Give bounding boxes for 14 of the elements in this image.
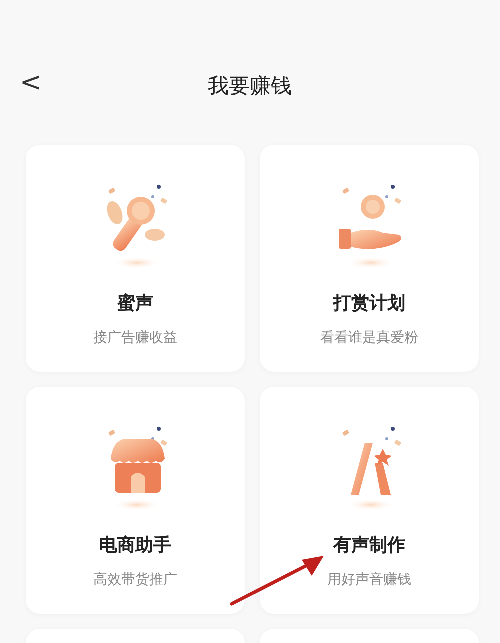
card-title: 电商助手 (100, 534, 172, 557)
feature-card[interactable]: 电商助手 高效带货推广 (26, 387, 245, 614)
feature-card[interactable]: 有声制作 用好声音赚钱 (260, 387, 479, 614)
feature-card[interactable]: 蜜声 接广告赚收益 (26, 145, 245, 372)
card-subtitle: 用好声音赚钱 (328, 571, 412, 589)
card-subtitle: 看看谁是真爱粉 (320, 329, 418, 347)
card-title: 有声制作 (334, 534, 406, 557)
card-title: 蜜声 (118, 292, 154, 315)
card-title: 打赏计划 (334, 292, 406, 315)
feature-card[interactable]: 打赏计划 看看谁是真爱粉 (260, 145, 479, 372)
card-subtitle: 高效带货推广 (94, 571, 178, 589)
back-button[interactable]: < (16, 70, 46, 96)
card-subtitle: 接广告赚收益 (94, 329, 178, 347)
page-title: 我要赚钱 (208, 73, 292, 100)
